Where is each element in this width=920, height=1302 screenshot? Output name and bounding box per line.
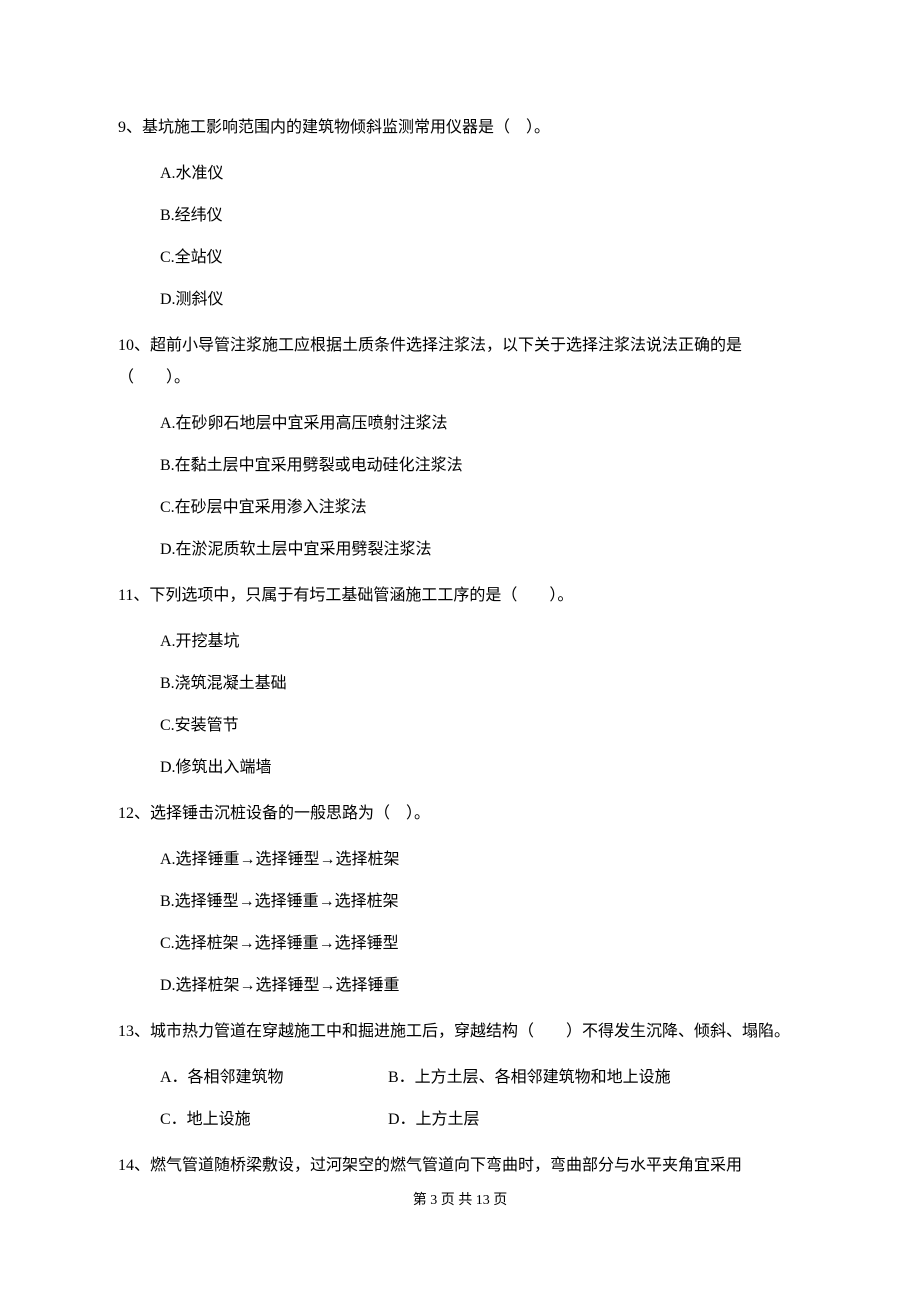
question-body: 下列选项中，只属于有圬工基础管涵施工工序的是（ ）。 [149, 587, 573, 604]
option-d: D.测斜仪 [160, 288, 802, 312]
question-number: 12、 [118, 805, 150, 822]
question-text: 11、下列选项中，只属于有圬工基础管涵施工工序的是（ ）。 [118, 580, 802, 612]
option-a: A.水准仪 [160, 162, 802, 186]
question-13: 13、城市热力管道在穿越施工中和掘进施工后，穿越结构（ ）不得发生沉降、倾斜、塌… [118, 1016, 802, 1132]
options-list: A.选择锤重→选择锤型→选择桩架 B.选择锤型→选择锤重→选择桩架 C.选择桩架… [118, 848, 802, 998]
question-14: 14、燃气管道随桥梁敷设，过河架空的燃气管道向下弯曲时，弯曲部分与水平夹角宜采用 [118, 1150, 802, 1182]
option-d: D.选择桩架→选择锤型→选择锤重 [160, 974, 802, 998]
options-list: A.水准仪 B.经纬仪 C.全站仪 D.测斜仪 [118, 162, 802, 312]
option-b: B.选择锤型→选择锤重→选择桩架 [160, 890, 802, 914]
question-9: 9、基坑施工影响范围内的建筑物倾斜监测常用仪器是（ ）。 A.水准仪 B.经纬仪… [118, 112, 802, 312]
question-body: 超前小导管注浆施工应根据土质条件选择注浆法，以下关于选择注浆法说法正确的是（ ）… [118, 337, 742, 386]
option-c: C.选择桩架→选择锤重→选择锤型 [160, 932, 802, 956]
options-list: A.开挖基坑 B.浇筑混凝土基础 C.安装管节 D.修筑出入端墙 [118, 630, 802, 780]
option-b: B.浇筑混凝土基础 [160, 672, 802, 696]
option-c: C.安装管节 [160, 714, 802, 738]
question-number: 13、 [118, 1023, 150, 1040]
question-number: 11、 [118, 587, 149, 604]
option-a: A.选择锤重→选择锤型→选择桩架 [160, 848, 802, 872]
question-text: 9、基坑施工影响范围内的建筑物倾斜监测常用仪器是（ ）。 [118, 112, 802, 144]
question-text: 12、选择锤击沉桩设备的一般思路为（ ）。 [118, 798, 802, 830]
question-text: 10、超前小导管注浆施工应根据土质条件选择注浆法，以下关于选择注浆法说法正确的是… [118, 330, 802, 394]
option-a: A.在砂卵石地层中宜采用高压喷射注浆法 [160, 412, 802, 436]
option-c: C．地上设施 [160, 1108, 340, 1132]
question-12: 12、选择锤击沉桩设备的一般思路为（ ）。 A.选择锤重→选择锤型→选择桩架 B… [118, 798, 802, 998]
option-row-1: A．各相邻建筑物 B．上方土层、各相邻建筑物和地上设施 [160, 1066, 802, 1090]
question-number: 9、 [118, 119, 142, 136]
option-d: D.修筑出入端墙 [160, 756, 802, 780]
question-body: 基坑施工影响范围内的建筑物倾斜监测常用仪器是（ ）。 [142, 119, 550, 136]
options-list: A．各相邻建筑物 B．上方土层、各相邻建筑物和地上设施 C．地上设施 D．上方土层 [118, 1066, 802, 1132]
option-row-2: C．地上设施 D．上方土层 [160, 1108, 802, 1132]
question-body: 城市热力管道在穿越施工中和掘进施工后，穿越结构（ ）不得发生沉降、倾斜、塌陷。 [150, 1023, 790, 1040]
option-b: B.在黏土层中宜采用劈裂或电动硅化注浆法 [160, 454, 802, 478]
page-content: 9、基坑施工影响范围内的建筑物倾斜监测常用仪器是（ ）。 A.水准仪 B.经纬仪… [0, 0, 920, 1251]
question-number: 14、 [118, 1157, 150, 1174]
question-text: 14、燃气管道随桥梁敷设，过河架空的燃气管道向下弯曲时，弯曲部分与水平夹角宜采用 [118, 1150, 802, 1182]
question-11: 11、下列选项中，只属于有圬工基础管涵施工工序的是（ ）。 A.开挖基坑 B.浇… [118, 580, 802, 780]
question-body: 选择锤击沉桩设备的一般思路为（ ）。 [150, 805, 430, 822]
option-b: B．上方土层、各相邻建筑物和地上设施 [388, 1066, 671, 1090]
question-text: 13、城市热力管道在穿越施工中和掘进施工后，穿越结构（ ）不得发生沉降、倾斜、塌… [118, 1016, 802, 1048]
option-c: C.在砂层中宜采用渗入注浆法 [160, 496, 802, 520]
question-number: 10、 [118, 337, 150, 354]
option-c: C.全站仪 [160, 246, 802, 270]
option-b: B.经纬仪 [160, 204, 802, 228]
option-d: D．上方土层 [388, 1108, 480, 1132]
question-10: 10、超前小导管注浆施工应根据土质条件选择注浆法，以下关于选择注浆法说法正确的是… [118, 330, 802, 562]
page-footer: 第 3 页 共 13 页 [118, 1190, 802, 1211]
option-d: D.在淤泥质软土层中宜采用劈裂注浆法 [160, 538, 802, 562]
question-body: 燃气管道随桥梁敷设，过河架空的燃气管道向下弯曲时，弯曲部分与水平夹角宜采用 [150, 1157, 742, 1174]
option-a: A．各相邻建筑物 [160, 1066, 340, 1090]
option-a: A.开挖基坑 [160, 630, 802, 654]
options-list: A.在砂卵石地层中宜采用高压喷射注浆法 B.在黏土层中宜采用劈裂或电动硅化注浆法… [118, 412, 802, 562]
